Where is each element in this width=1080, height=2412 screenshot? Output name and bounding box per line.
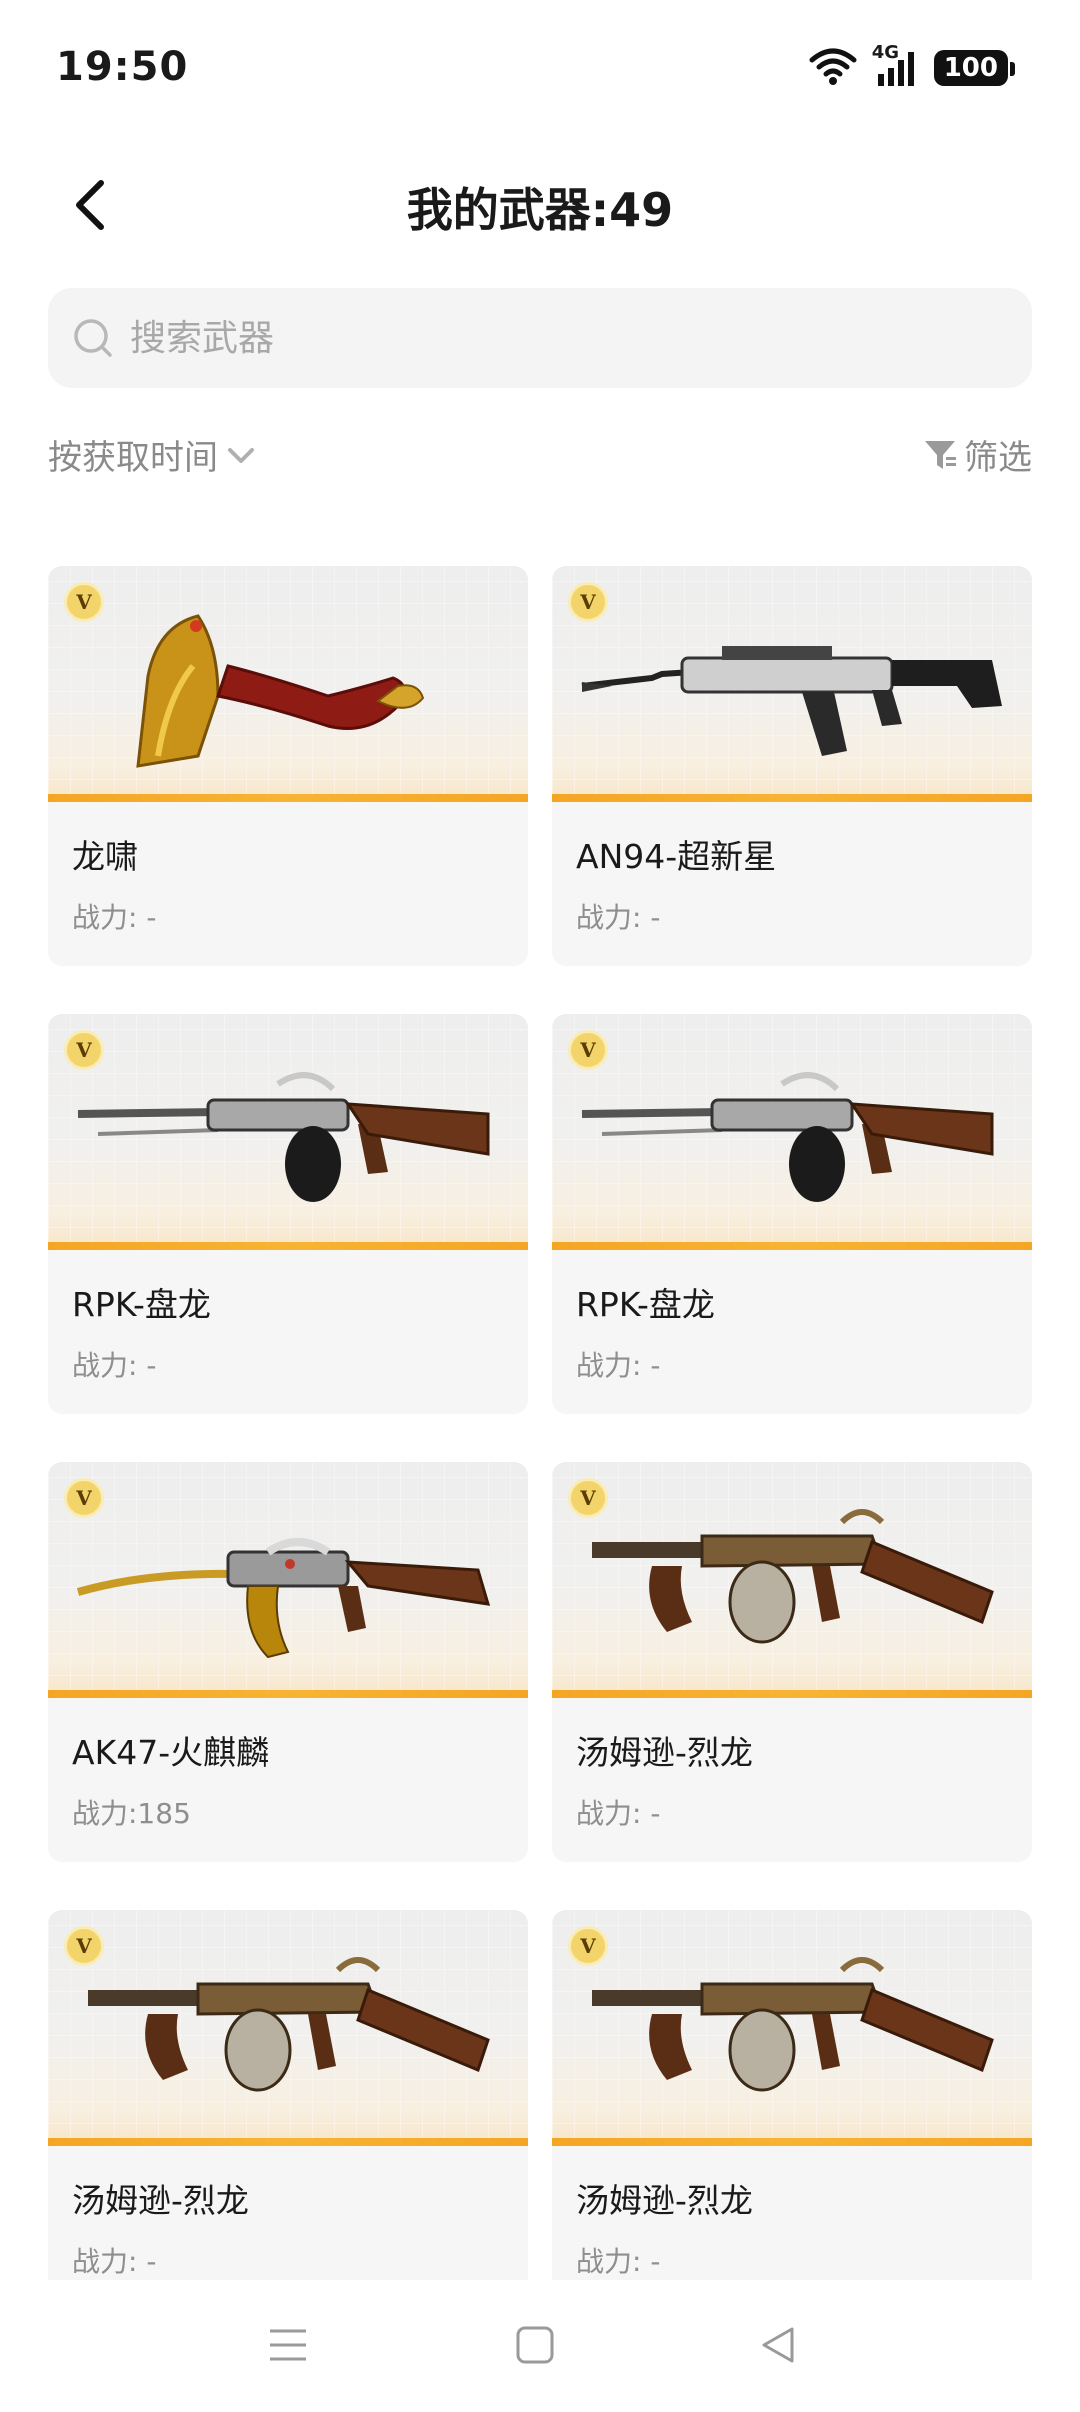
vip-badge: V: [568, 582, 608, 622]
rarity-bar: [552, 1242, 1032, 1250]
rarity-bar: [552, 1690, 1032, 1698]
weapon-card[interactable]: V 龙啸 战力: -: [48, 566, 528, 966]
rarity-bar: [552, 2138, 1032, 2146]
weapon-image: V: [48, 1910, 528, 2146]
weapon-power: 战力: -: [72, 901, 157, 934]
chevron-down-icon: [228, 447, 254, 463]
weapon-name: 汤姆逊-烈龙: [576, 2181, 753, 2220]
vip-badge: V: [568, 1030, 608, 1070]
wifi-icon: [808, 46, 858, 90]
weapon-image: V: [48, 566, 528, 802]
sort-button[interactable]: 按获取时间: [48, 430, 258, 479]
nav-home-button[interactable]: [500, 2310, 570, 2380]
weapon-card[interactable]: V 汤姆逊-烈龙 战力: -: [552, 1462, 1032, 1862]
weapon-card[interactable]: V RPK-盘龙 战力: -: [552, 1014, 1032, 1414]
weapon-card[interactable]: V AK47-火麒麟 战力:185: [48, 1462, 528, 1862]
weapon-image: V: [552, 1462, 1032, 1698]
header: 我的武器:49: [0, 150, 1080, 260]
weapon-power: 战力: -: [576, 1349, 661, 1382]
weapon-name: AK47-火麒麟: [72, 1733, 270, 1772]
rarity-bar: [48, 1242, 528, 1250]
search-icon: [74, 319, 112, 357]
weapon-power: 战力: -: [72, 1349, 157, 1382]
status-icons: 4G 100: [808, 42, 1016, 90]
status-time: 19:50: [56, 44, 189, 90]
signal-icon: 4G: [872, 42, 920, 88]
sort-label: 按获取时间: [48, 438, 218, 478]
vip-badge: V: [64, 1030, 104, 1070]
weapon-card[interactable]: V 汤姆逊-烈龙 战力: -: [48, 1910, 528, 2281]
rarity-bar: [48, 2138, 528, 2146]
weapon-name: RPK-盘龙: [576, 1285, 715, 1324]
thompson-image: [592, 1957, 994, 2092]
weapon-card[interactable]: V AN94-超新星 战力: -: [552, 566, 1032, 966]
page-title: 我的武器:49: [406, 183, 674, 237]
rpk-image: [581, 1072, 994, 1202]
home-icon: [516, 2326, 554, 2364]
weapon-image: V: [552, 1014, 1032, 1250]
menu-icon: [270, 2329, 306, 2361]
weapon-image: V: [48, 1014, 528, 1250]
battery-icon: 100: [933, 50, 1016, 86]
weapon-power: 战力: -: [576, 2245, 661, 2278]
filter-button[interactable]: 筛选: [922, 430, 1032, 479]
weapon-power: 战力:185: [72, 1797, 191, 1830]
nav-menu-button[interactable]: [253, 2310, 323, 2380]
weapon-power: 战力: -: [576, 901, 661, 934]
weapon-image: V: [552, 566, 1032, 802]
rarity-bar: [552, 794, 1032, 802]
rpk-image: [77, 1072, 490, 1202]
weapon-image: V: [552, 1910, 1032, 2146]
vip-badge: V: [64, 582, 104, 622]
weapon-card[interactable]: V 汤姆逊-烈龙 战力: -: [552, 1910, 1032, 2281]
golden-axe-image: [136, 614, 425, 768]
vip-badge: V: [568, 1926, 608, 1966]
vip-badge: V: [568, 1478, 608, 1518]
weapon-grid: V 龙啸 战力: - V AN94-超新星 战力: - V RPK-盘龙 战力:…: [48, 566, 1032, 2281]
rarity-bar: [48, 1690, 528, 1698]
back-icon: [762, 2327, 794, 2363]
weapon-name: AN94-超新星: [576, 837, 777, 876]
filter-label: 筛选: [964, 438, 1032, 478]
weapon-name: 汤姆逊-烈龙: [576, 1733, 753, 1772]
weapon-card[interactable]: V RPK-盘龙 战力: -: [48, 1014, 528, 1414]
weapon-power: 战力: -: [576, 1797, 661, 1830]
vip-badge: V: [64, 1478, 104, 1518]
search-input[interactable]: [128, 316, 992, 360]
sort-filter-row: 按获取时间 筛选: [48, 430, 1032, 500]
thompson-image: [88, 1957, 490, 2092]
rarity-bar: [48, 794, 528, 802]
nav-back-button[interactable]: [744, 2310, 814, 2380]
vip-badge: V: [64, 1926, 104, 1966]
status-bar: 19:50 4G 100: [0, 0, 1080, 140]
rifle-image: [581, 646, 1002, 756]
filter-icon: [925, 440, 956, 469]
thompson-image: [592, 1509, 994, 1644]
weapon-power: 战力: -: [72, 2245, 157, 2278]
search-box[interactable]: [48, 288, 1032, 388]
system-nav-bar: [0, 2280, 1080, 2412]
weapon-name: 汤姆逊-烈龙: [72, 2181, 249, 2220]
weapon-image: V: [48, 1462, 528, 1698]
weapon-name: 龙啸: [72, 837, 138, 876]
ak47-image: [76, 1538, 491, 1659]
weapon-name: RPK-盘龙: [72, 1285, 211, 1324]
